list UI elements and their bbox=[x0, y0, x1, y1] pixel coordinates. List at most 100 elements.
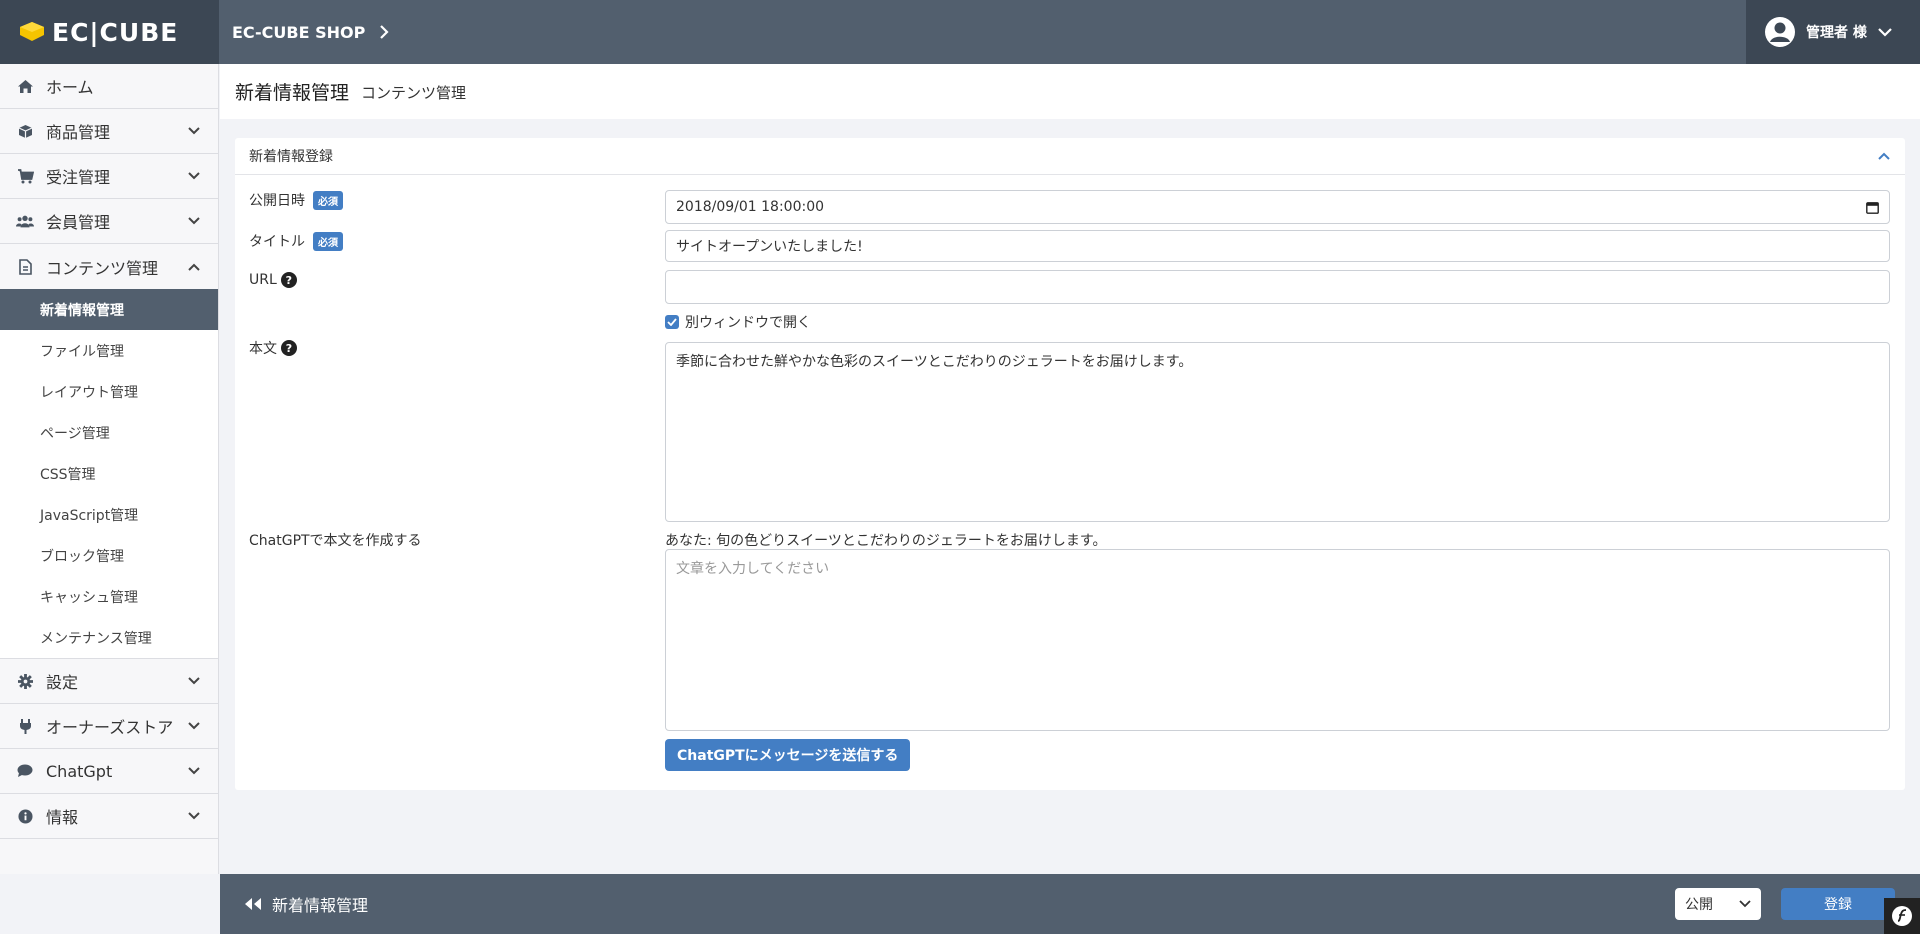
help-icon[interactable]: ? bbox=[281, 340, 297, 356]
sidebar-item-contents[interactable]: コンテンツ管理 bbox=[0, 244, 218, 289]
sidebar-item-orders[interactable]: 受注管理 bbox=[0, 154, 218, 199]
footer-action-bar: 新着情報管理 公開 登録 bbox=[220, 874, 1920, 934]
title-label-text: タイトル bbox=[249, 234, 305, 250]
chatgpt-placeholder: 文章を入力してください bbox=[676, 561, 830, 577]
submenu-item-cache[interactable]: キャッシュ管理 bbox=[0, 576, 218, 617]
sidebar-item-label: ChatGpt bbox=[46, 761, 113, 781]
status-select[interactable]: 公開 bbox=[1675, 888, 1761, 920]
chatgpt-label: ChatGPTで本文を作成する bbox=[249, 530, 422, 550]
required-badge: 必須 bbox=[313, 190, 343, 210]
back-label: 新着情報管理 bbox=[272, 896, 369, 915]
sidebar-item-settings[interactable]: 設定 bbox=[0, 659, 218, 704]
contents-submenu: 新着情報管理 ファイル管理 レイアウト管理 ページ管理 CSS管理 JavaSc… bbox=[0, 289, 218, 659]
chatgpt-send-button[interactable]: ChatGPTにメッセージを送信する bbox=[665, 739, 911, 771]
logo[interactable]: EC|CUBE bbox=[0, 0, 219, 64]
page-header: 新着情報管理 コンテンツ管理 bbox=[220, 64, 1920, 119]
submenu-item-maintenance[interactable]: メンテナンス管理 bbox=[0, 617, 218, 658]
shop-name: EC-CUBE SHOP bbox=[232, 22, 366, 42]
new-window-label: 別ウィンドウで開く bbox=[685, 315, 811, 331]
publish-date-value: 2018/09/01 18:00:00 bbox=[676, 199, 825, 215]
users-icon bbox=[16, 212, 34, 230]
chevron-down-icon bbox=[188, 812, 200, 820]
chevron-down-icon bbox=[188, 722, 200, 730]
sidebar-item-label: ホーム bbox=[46, 78, 94, 97]
chevron-down-icon bbox=[188, 127, 200, 135]
sidebar-item-info[interactable]: 情報 bbox=[0, 794, 218, 839]
sidebar-item-chatgpt[interactable]: ChatGpt bbox=[0, 749, 218, 794]
chevron-down-icon bbox=[1739, 900, 1751, 908]
chevron-up-icon[interactable] bbox=[1877, 151, 1891, 161]
file-icon bbox=[16, 258, 34, 276]
new-window-checkbox[interactable] bbox=[665, 315, 679, 329]
user-avatar-icon bbox=[1765, 17, 1795, 47]
page-title: 新着情報管理 bbox=[235, 82, 350, 104]
gear-icon bbox=[16, 672, 34, 690]
sidebar-item-label: コンテンツ管理 bbox=[46, 258, 159, 278]
url-label-text: URL bbox=[249, 272, 277, 288]
chevron-down-icon bbox=[188, 677, 200, 685]
submenu-item-layout[interactable]: レイアウト管理 bbox=[0, 371, 218, 412]
submenu-item-css[interactable]: CSS管理 bbox=[0, 453, 218, 494]
sidebar-item-owners-store[interactable]: オーナーズストア bbox=[0, 704, 218, 749]
title-label: タイトル 必須 bbox=[249, 231, 343, 251]
submit-button[interactable]: 登録 bbox=[1781, 888, 1895, 920]
body-textarea[interactable]: 季節に合わせた鮮やかな色彩のスイーツとこだわりのジェラートをお届けします。 bbox=[665, 342, 1890, 522]
publish-date-label: 公開日時 必須 bbox=[249, 190, 343, 210]
main-content: 新着情報管理 コンテンツ管理 新着情報登録 公開日時 必須 2018/09/01… bbox=[220, 64, 1920, 874]
sidebar-item-label: 受注管理 bbox=[46, 168, 111, 187]
check-icon bbox=[667, 318, 677, 326]
chatgpt-history: あなた: 旬の色どりスイーツとこだわりのジェラートをお届けします。 bbox=[665, 533, 1107, 549]
cube-logo-icon bbox=[20, 22, 44, 41]
submenu-item-files[interactable]: ファイル管理 bbox=[0, 330, 218, 371]
page-subtitle: コンテンツ管理 bbox=[361, 84, 467, 102]
body-value: 季節に合わせた鮮やかな色彩のスイーツとこだわりのジェラートをお届けします。 bbox=[676, 354, 1193, 370]
back-link[interactable]: 新着情報管理 bbox=[244, 874, 368, 934]
user-menu[interactable]: 管理者 様 bbox=[1746, 0, 1920, 64]
sidebar-item-label: 情報 bbox=[46, 808, 79, 827]
card-header[interactable]: 新着情報登録 bbox=[235, 138, 1905, 175]
submenu-item-javascript[interactable]: JavaScript管理 bbox=[0, 494, 218, 535]
help-icon[interactable]: ? bbox=[280, 272, 297, 288]
comment-icon bbox=[16, 762, 34, 780]
shop-name-link[interactable]: EC-CUBE SHOP bbox=[232, 0, 389, 64]
sidebar-item-label: オーナーズストア bbox=[46, 718, 174, 737]
url-label: URL ? bbox=[249, 272, 297, 288]
publish-date-input[interactable]: 2018/09/01 18:00:00 bbox=[665, 190, 1890, 224]
sidebar-item-products[interactable]: 商品管理 bbox=[0, 109, 218, 154]
plug-icon bbox=[16, 717, 34, 735]
card-title: 新着情報登録 bbox=[249, 149, 333, 165]
sidebar-item-members[interactable]: 会員管理 bbox=[0, 199, 218, 244]
box-icon bbox=[16, 122, 34, 140]
submenu-item-blocks[interactable]: ブロック管理 bbox=[0, 535, 218, 576]
title-value: サイトオープンいたしました! bbox=[676, 239, 863, 255]
sidebar-item-label: 商品管理 bbox=[46, 123, 111, 142]
submenu-item-news[interactable]: 新着情報管理 bbox=[0, 289, 218, 330]
title-input[interactable]: サイトオープンいたしました! bbox=[665, 230, 1890, 262]
new-window-checkbox-row[interactable]: 別ウィンドウで開く bbox=[665, 312, 811, 332]
sidebar: ホーム 商品管理 受注管理 会員管理 コンテンツ管理 新着情報管理 ファイル管理… bbox=[0, 64, 219, 874]
chatgpt-label-text: ChatGPTで本文を作成する bbox=[249, 533, 422, 549]
symfony-toolbar-icon[interactable] bbox=[1884, 898, 1920, 934]
logo-text: EC|CUBE bbox=[52, 17, 179, 47]
chevron-up-icon bbox=[188, 263, 200, 271]
url-input[interactable] bbox=[665, 270, 1890, 304]
info-icon bbox=[16, 807, 34, 825]
calendar-icon[interactable] bbox=[1866, 201, 1879, 214]
cart-icon bbox=[16, 167, 34, 185]
symfony-logo-icon bbox=[1892, 906, 1912, 926]
home-icon bbox=[16, 77, 34, 95]
sidebar-item-home[interactable]: ホーム bbox=[0, 64, 218, 109]
submenu-item-pages[interactable]: ページ管理 bbox=[0, 412, 218, 453]
user-name: 管理者 様 bbox=[1806, 25, 1867, 41]
top-header: EC|CUBE EC-CUBE SHOP 管理者 様 bbox=[0, 0, 1920, 64]
body-label: 本文 ? bbox=[249, 338, 297, 358]
chevron-down-icon bbox=[188, 172, 200, 180]
chevron-right-icon bbox=[380, 25, 389, 39]
sidebar-item-label: 設定 bbox=[46, 673, 79, 692]
body-label-text: 本文 bbox=[249, 341, 277, 357]
chevron-down-icon bbox=[1878, 28, 1892, 37]
double-chevron-left-icon bbox=[245, 898, 261, 910]
chatgpt-prompt-textarea[interactable]: 文章を入力してください bbox=[665, 549, 1890, 731]
chevron-down-icon bbox=[188, 217, 200, 225]
required-badge: 必須 bbox=[313, 231, 343, 251]
